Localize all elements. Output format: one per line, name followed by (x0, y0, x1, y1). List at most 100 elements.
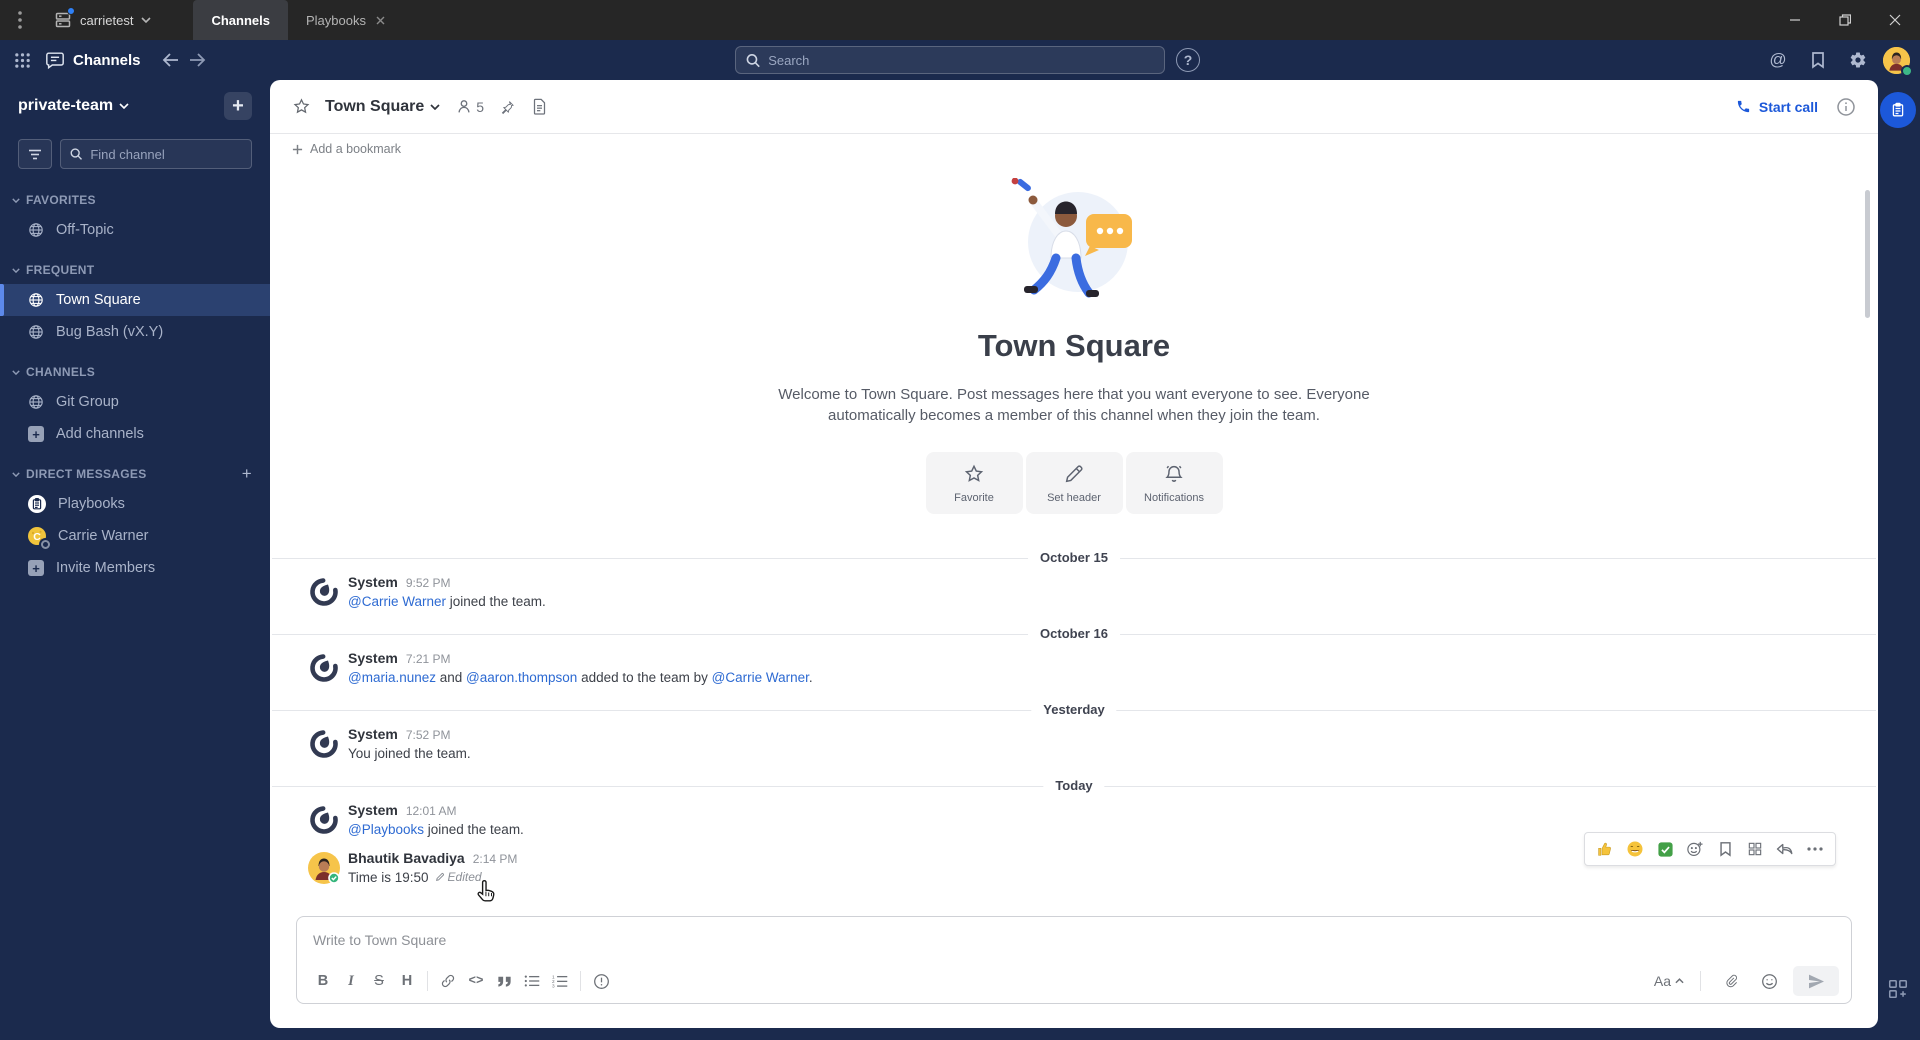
mention-link[interactable]: @Carrie Warner (712, 670, 809, 685)
sidebar-item-off-topic[interactable]: Off-Topic (0, 214, 270, 246)
mention-link[interactable]: @Carrie Warner (348, 594, 446, 609)
sidebar-item-invite-members[interactable]: + Invite Members (0, 552, 270, 584)
mention-link[interactable]: @Playbooks (348, 822, 424, 837)
post-system-1[interactable]: System 9:52 PM @Carrie Warner joined the… (270, 568, 1878, 616)
quote-button[interactable] (490, 967, 518, 995)
post-hover-toolbar (1584, 832, 1836, 866)
sidebar-item-git-group[interactable]: Git Group (0, 386, 270, 418)
saved-posts-icon[interactable] (1803, 45, 1833, 75)
code-button[interactable]: <> (462, 967, 490, 995)
mention-link[interactable]: @aaron.thompson (466, 670, 577, 685)
emoji-picker-icon[interactable] (1755, 967, 1783, 995)
sidebar-item-town-square[interactable]: Town Square (0, 284, 270, 316)
history-back-icon[interactable] (161, 52, 179, 68)
sidebar-item-add-channels[interactable]: + Add channels (0, 418, 270, 450)
channel-name-menu[interactable]: Town Square (325, 98, 440, 116)
sidebar-item-carrie-warner[interactable]: C Carrie Warner (0, 520, 270, 552)
app-marketplace-icon[interactable] (1887, 978, 1909, 1000)
section-direct-messages[interactable]: DIRECT MESSAGES + (0, 460, 270, 488)
post-system-2[interactable]: System 7:21 PM @maria.nunez and @aaron.t… (270, 644, 1878, 692)
bullet-list-button[interactable] (518, 967, 546, 995)
chevron-down-icon (12, 197, 20, 203)
carrie-avatar: C (28, 527, 50, 549)
team-menu[interactable]: private-team (18, 97, 129, 115)
send-plane-icon (1808, 974, 1824, 988)
channel-info-icon[interactable] (1836, 97, 1856, 117)
message-input[interactable] (313, 932, 1835, 948)
close-window-button[interactable] (1870, 0, 1920, 40)
start-call-button[interactable]: Start call (1736, 99, 1818, 115)
sidebar-item-playbooks-bot[interactable]: Playbooks (0, 488, 270, 520)
post-system-3[interactable]: System 7:52 PM You joined the team. (270, 720, 1878, 768)
date-divider: October 16 (270, 624, 1878, 644)
history-forward-icon[interactable] (189, 52, 207, 68)
add-reaction-icon[interactable] (1683, 837, 1707, 861)
minimize-button[interactable] (1770, 0, 1820, 40)
app-menu-icon[interactable] (0, 11, 40, 29)
add-channel-button[interactable]: + (224, 92, 252, 120)
message-priority-icon[interactable] (587, 967, 615, 995)
find-channel-box[interactable] (60, 139, 252, 169)
help-icon[interactable]: ? (1176, 48, 1200, 72)
send-message-button[interactable] (1793, 966, 1839, 996)
favorite-channel-button[interactable]: Favorite (925, 452, 1023, 514)
edited-indicator: Edited (435, 870, 482, 884)
members-count-button[interactable]: 5 (456, 98, 484, 115)
more-actions-icon[interactable] (1803, 837, 1827, 861)
link-button[interactable] (434, 967, 462, 995)
search-box[interactable] (735, 46, 1165, 74)
section-frequent[interactable]: FREQUENT (0, 256, 270, 284)
numbered-list-button[interactable]: 123 (546, 967, 574, 995)
channel-filter-icon[interactable] (18, 139, 52, 169)
favorite-star-icon[interactable] (292, 97, 311, 116)
checkmark-reaction-button[interactable] (1653, 837, 1677, 861)
italic-button[interactable]: I (337, 967, 365, 995)
strikethrough-button[interactable]: S (365, 967, 393, 995)
close-tab-icon[interactable] (376, 16, 385, 25)
thumbsup-reaction-button[interactable] (1593, 837, 1617, 861)
pinned-posts-icon[interactable] (500, 99, 516, 115)
section-favorites[interactable]: FAVORITES (0, 186, 270, 214)
post-author[interactable]: Bhautik Bavadiya (348, 850, 465, 866)
add-bookmark-button[interactable]: Add a bookmark (270, 134, 1878, 164)
post-text: Time is 19:50 Edited (348, 870, 482, 885)
message-list-scrollbar[interactable] (1865, 190, 1870, 318)
svg-text:C: C (33, 531, 41, 543)
channel-sidebar: private-team + FAVORITES Off-Topic FREQU… (0, 80, 270, 1040)
grin-reaction-button[interactable] (1623, 837, 1647, 861)
heading-button[interactable]: H (393, 967, 421, 995)
tab-playbooks[interactable]: Playbooks (288, 0, 403, 40)
product-switcher-icon[interactable] (14, 52, 31, 69)
user-avatar[interactable] (1883, 46, 1913, 77)
add-dm-icon[interactable]: + (242, 464, 258, 484)
section-channels[interactable]: CHANNELS (0, 358, 270, 386)
playbooks-app-button[interactable] (1880, 92, 1916, 128)
plus-icon: + (28, 426, 44, 442)
system-avatar (308, 728, 340, 760)
mention-link[interactable]: @maria.nunez (348, 670, 436, 685)
apps-actions-icon[interactable] (1743, 837, 1767, 861)
search-input[interactable] (768, 52, 1154, 68)
attach-file-icon[interactable] (1717, 967, 1745, 995)
tab-channels[interactable]: Channels (193, 0, 288, 40)
system-avatar (308, 652, 340, 684)
bhautik-avatar[interactable] (308, 852, 340, 884)
server-selector[interactable]: carrietest (40, 0, 165, 40)
reply-icon[interactable] (1773, 837, 1797, 861)
online-status-badge (1901, 64, 1913, 77)
formatting-toggle-button[interactable]: Aa (1654, 973, 1684, 989)
message-composer[interactable]: B I S H <> 123 Aa (296, 916, 1852, 1004)
find-channel-input[interactable] (90, 146, 242, 162)
mentions-icon[interactable]: @ (1763, 45, 1793, 75)
system-avatar (308, 804, 340, 836)
notifications-button[interactable]: Notifications (1125, 452, 1223, 514)
maximize-button[interactable] (1820, 0, 1870, 40)
bold-button[interactable]: B (309, 967, 337, 995)
save-post-icon[interactable] (1713, 837, 1737, 861)
post-bhautik[interactable]: Bhautik Bavadiya 2:14 PM Time is 19:50 Ed… (270, 832, 1878, 892)
set-header-button[interactable]: Set header (1025, 452, 1123, 514)
channel-intro-title: Town Square (977, 328, 1171, 363)
settings-gear-icon[interactable] (1843, 45, 1873, 75)
channel-files-icon[interactable] (532, 98, 547, 115)
sidebar-item-bug-bash[interactable]: Bug Bash (vX.Y) (0, 316, 270, 348)
